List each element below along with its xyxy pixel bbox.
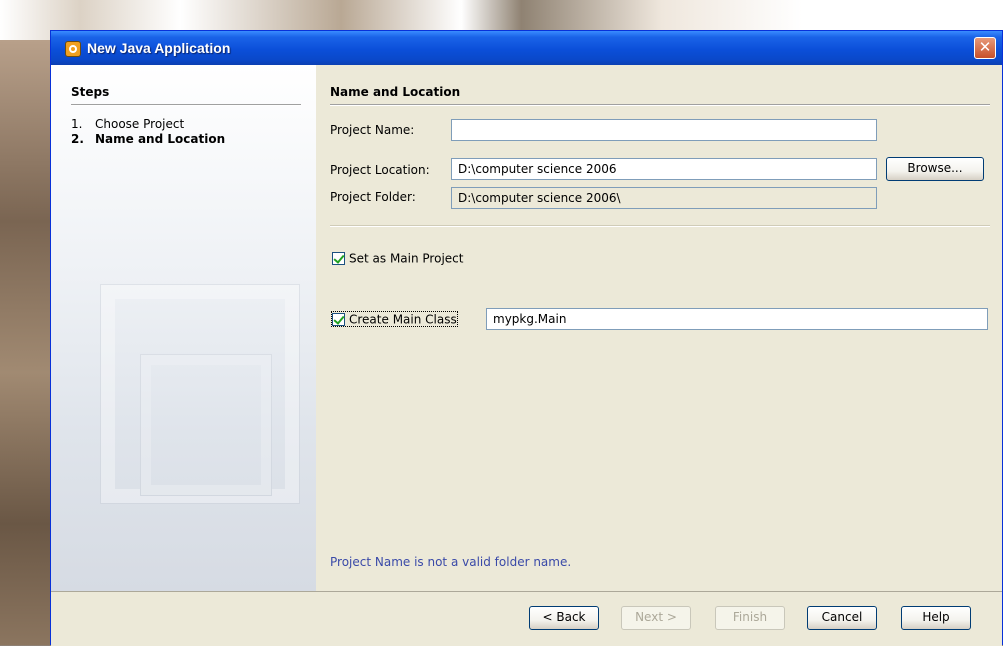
netbeans-app-icon <box>65 41 81 57</box>
section-divider <box>330 104 990 106</box>
create-main-class-label: Create Main Class <box>349 312 457 327</box>
step-number: 2. <box>71 132 84 146</box>
next-button[interactable]: Next > <box>621 606 691 630</box>
project-location-input[interactable]: D:\computer science 2006 <box>451 158 877 180</box>
set-main-project-label: Set as Main Project <box>349 251 464 266</box>
main-class-input[interactable]: mypkg.Main <box>486 308 988 330</box>
project-folder-label: Project Folder: <box>330 190 416 204</box>
help-button[interactable]: Help <box>901 606 971 630</box>
watermark-frame-inner <box>141 355 271 495</box>
browse-button[interactable]: Browse... <box>886 157 984 181</box>
project-location-label: Project Location: <box>330 163 430 177</box>
title-bar[interactable]: New Java Application ✕ <box>51 31 1002 65</box>
project-name-input[interactable] <box>451 119 877 141</box>
steps-divider <box>71 104 301 106</box>
step-label: Choose Project <box>95 117 185 131</box>
validation-error-message: Project Name is not a valid folder name. <box>330 555 572 569</box>
step-label: Name and Location <box>95 132 226 146</box>
desktop-background-left <box>0 40 50 645</box>
options-divider <box>330 225 990 227</box>
close-button[interactable]: ✕ <box>974 37 996 59</box>
create-main-class-checkbox[interactable]: Create Main Class <box>331 311 458 327</box>
step-choose-project: 1. Choose Project <box>71 117 184 131</box>
wizard-watermark-image <box>71 265 301 525</box>
project-name-label: Project Name: <box>330 123 415 137</box>
new-java-application-dialog: New Java Application ✕ Steps 1. Choose Pr… <box>50 30 1003 646</box>
step-number: 1. <box>71 117 83 131</box>
content-panel: Name and Location Project Name: Project … <box>316 65 1002 591</box>
finish-button[interactable]: Finish <box>715 606 785 630</box>
step-name-and-location: 2. Name and Location <box>71 132 225 146</box>
checkbox-checked-icon[interactable] <box>332 313 345 326</box>
project-folder-field: D:\computer science 2006\ <box>451 187 877 209</box>
button-bar: < Back Next > Finish Cancel Help <box>51 591 1002 646</box>
set-main-project-checkbox[interactable]: Set as Main Project <box>332 251 463 266</box>
section-heading: Name and Location <box>330 85 461 99</box>
back-button[interactable]: < Back <box>529 606 599 630</box>
checkbox-checked-icon[interactable] <box>332 252 345 265</box>
steps-panel: Steps 1. Choose Project 2. Name and Locati… <box>51 65 316 591</box>
cancel-button[interactable]: Cancel <box>807 606 877 630</box>
steps-heading: Steps <box>71 85 110 99</box>
window-title: New Java Application <box>87 40 231 56</box>
